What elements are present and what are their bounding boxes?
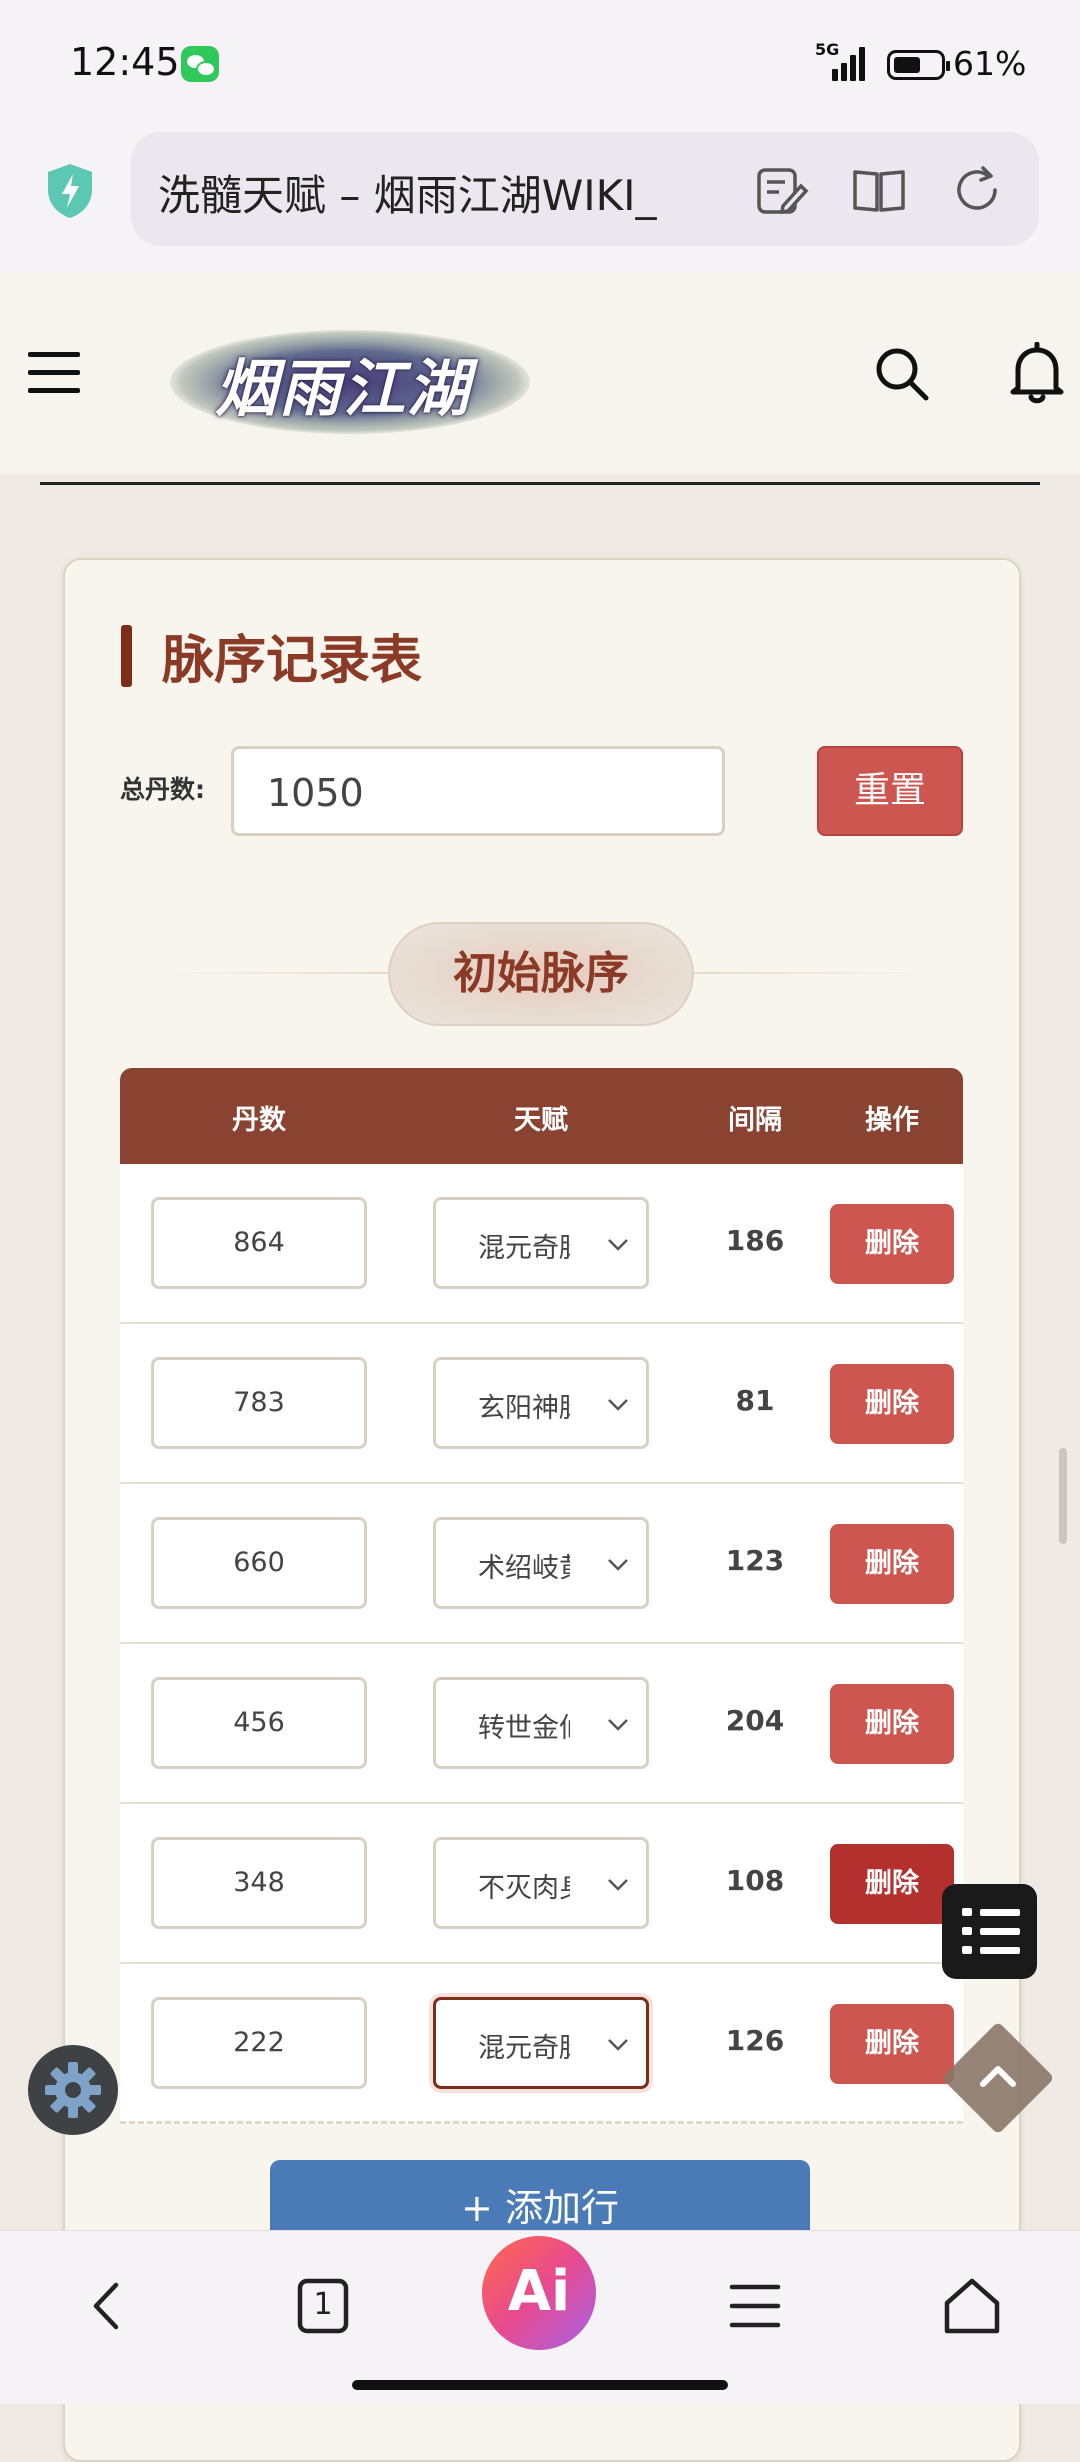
table-row: 456 转世金仙 204 删除: [120, 1644, 963, 1804]
menu-icon[interactable]: [28, 352, 80, 396]
chevron-down-icon: [608, 1239, 628, 1251]
delete-button[interactable]: 删除: [830, 1364, 954, 1444]
table-row: 660 术绍岐黄 123 删除: [120, 1484, 963, 1644]
refresh-icon[interactable]: [949, 162, 1005, 218]
chevron-down-icon: [608, 1399, 628, 1411]
chevron-up-icon: [980, 2066, 1016, 2087]
count-input[interactable]: 783: [151, 1357, 367, 1449]
header-gap: 间隔: [728, 1105, 782, 1136]
delete-button[interactable]: 删除: [830, 1204, 954, 1284]
chevron-down-icon: [608, 2039, 628, 2051]
home-icon[interactable]: [937, 2271, 1007, 2341]
card-title: 脉序记录表: [162, 631, 423, 691]
delete-button[interactable]: 删除: [830, 2004, 954, 2084]
header-divider: [40, 482, 1040, 485]
browser-toolbar: 洗髓天赋 – 烟雨江湖WIKI_: [0, 130, 1080, 272]
chevron-down-icon: [608, 1559, 628, 1571]
page-title[interactable]: 洗髓天赋 – 烟雨江湖WIKI_: [158, 162, 698, 223]
talent-select-value: 转世金仙: [478, 1713, 570, 1744]
status-time: 12:45: [70, 40, 180, 84]
header-action: 操作: [865, 1105, 919, 1136]
edit-note-icon[interactable]: [753, 162, 809, 218]
status-bar: 12:45 5G 61%: [0, 0, 1080, 130]
search-icon[interactable]: [872, 344, 932, 404]
talent-select-value: 术绍岐黄: [478, 1553, 570, 1584]
chevron-down-icon: [608, 1719, 628, 1731]
delete-button[interactable]: 删除: [830, 1844, 954, 1924]
table-row: 348 不灭肉身 108 删除: [120, 1804, 963, 1964]
shield-icon[interactable]: [44, 162, 96, 220]
tab-count: 1: [313, 2287, 333, 2322]
talent-select-value: 不灭肉身: [478, 1873, 570, 1904]
sequence-table: 丹数 天赋 间隔 操作 864 混元奇脉 186 删除 783 玄阳神脉 81 …: [120, 1068, 963, 2124]
wechat-notification-icon: [181, 46, 219, 82]
table-row: 783 玄阳神脉 81 删除: [120, 1324, 963, 1484]
talent-select[interactable]: 混元奇脉: [433, 1197, 649, 1289]
back-icon[interactable]: [72, 2271, 142, 2341]
count-input[interactable]: 660: [151, 1517, 367, 1609]
reset-button[interactable]: 重置: [817, 746, 963, 836]
talent-select[interactable]: 不灭肉身: [433, 1837, 649, 1929]
count-input[interactable]: 456: [151, 1677, 367, 1769]
chevron-down-icon: [608, 1879, 628, 1891]
logo-text: 烟雨江湖: [215, 352, 472, 425]
browser-bottom-nav: 1 Ai: [0, 2230, 1080, 2404]
talent-select[interactable]: 转世金仙: [433, 1677, 649, 1769]
talent-select-value: 混元奇脉: [478, 1233, 570, 1264]
count-input[interactable]: 222: [151, 1997, 367, 2089]
gap-value: 81: [735, 1384, 775, 1417]
scrollbar-thumb[interactable]: [1059, 1448, 1067, 1544]
gap-value: 108: [725, 1864, 785, 1897]
signal-icon: [832, 45, 874, 81]
gear-icon: [45, 2062, 101, 2118]
total-label: 总丹数:: [120, 775, 205, 804]
count-input[interactable]: 348: [151, 1837, 367, 1929]
talent-select[interactable]: 玄阳神脉: [433, 1357, 649, 1449]
header-count: 丹数: [232, 1105, 286, 1136]
site-logo[interactable]: 烟雨江湖: [165, 320, 535, 438]
table-row: 222 混元奇脉 126 删除: [120, 1964, 963, 2124]
talent-select[interactable]: 术绍岐黄: [433, 1517, 649, 1609]
home-indicator[interactable]: [352, 2380, 728, 2390]
settings-button[interactable]: [28, 2045, 118, 2135]
table-header: 丹数 天赋 间隔 操作: [120, 1068, 963, 1164]
talent-select-value: 混元奇脉: [478, 2033, 570, 2064]
total-input[interactable]: 1050: [231, 746, 725, 836]
ai-assistant-button[interactable]: Ai: [482, 2236, 596, 2350]
section-title: 初始脉序: [388, 922, 694, 1026]
talent-select-value: 玄阳神脉: [478, 1393, 570, 1424]
header-talent: 天赋: [514, 1105, 568, 1136]
address-bar[interactable]: 洗髓天赋 – 烟雨江湖WIKI_: [131, 132, 1039, 246]
battery-percent: 61%: [953, 44, 1027, 83]
gap-value: 186: [725, 1224, 785, 1257]
talent-select[interactable]: 混元奇脉: [433, 1997, 649, 2089]
reader-mode-icon[interactable]: [851, 162, 907, 218]
title-accent-bar: [121, 625, 132, 687]
record-card: 脉序记录表 总丹数: 1050 重置 初始脉序 丹数 天赋 间隔 操作 864 …: [63, 558, 1021, 2462]
gap-value: 123: [725, 1544, 785, 1577]
delete-button[interactable]: 删除: [830, 1684, 954, 1764]
gap-value: 204: [725, 1704, 785, 1737]
tabs-button[interactable]: 1: [288, 2271, 358, 2341]
table-of-contents-button[interactable]: [942, 1884, 1037, 1979]
table-row: 864 混元奇脉 186 删除: [120, 1164, 963, 1324]
delete-button[interactable]: 删除: [830, 1524, 954, 1604]
battery-icon: [887, 50, 950, 80]
menu-icon[interactable]: [720, 2271, 790, 2341]
site-header: 烟雨江湖: [0, 272, 1080, 474]
bell-icon[interactable]: [1008, 342, 1066, 406]
count-input[interactable]: 864: [151, 1197, 367, 1289]
gap-value: 126: [725, 2024, 785, 2057]
